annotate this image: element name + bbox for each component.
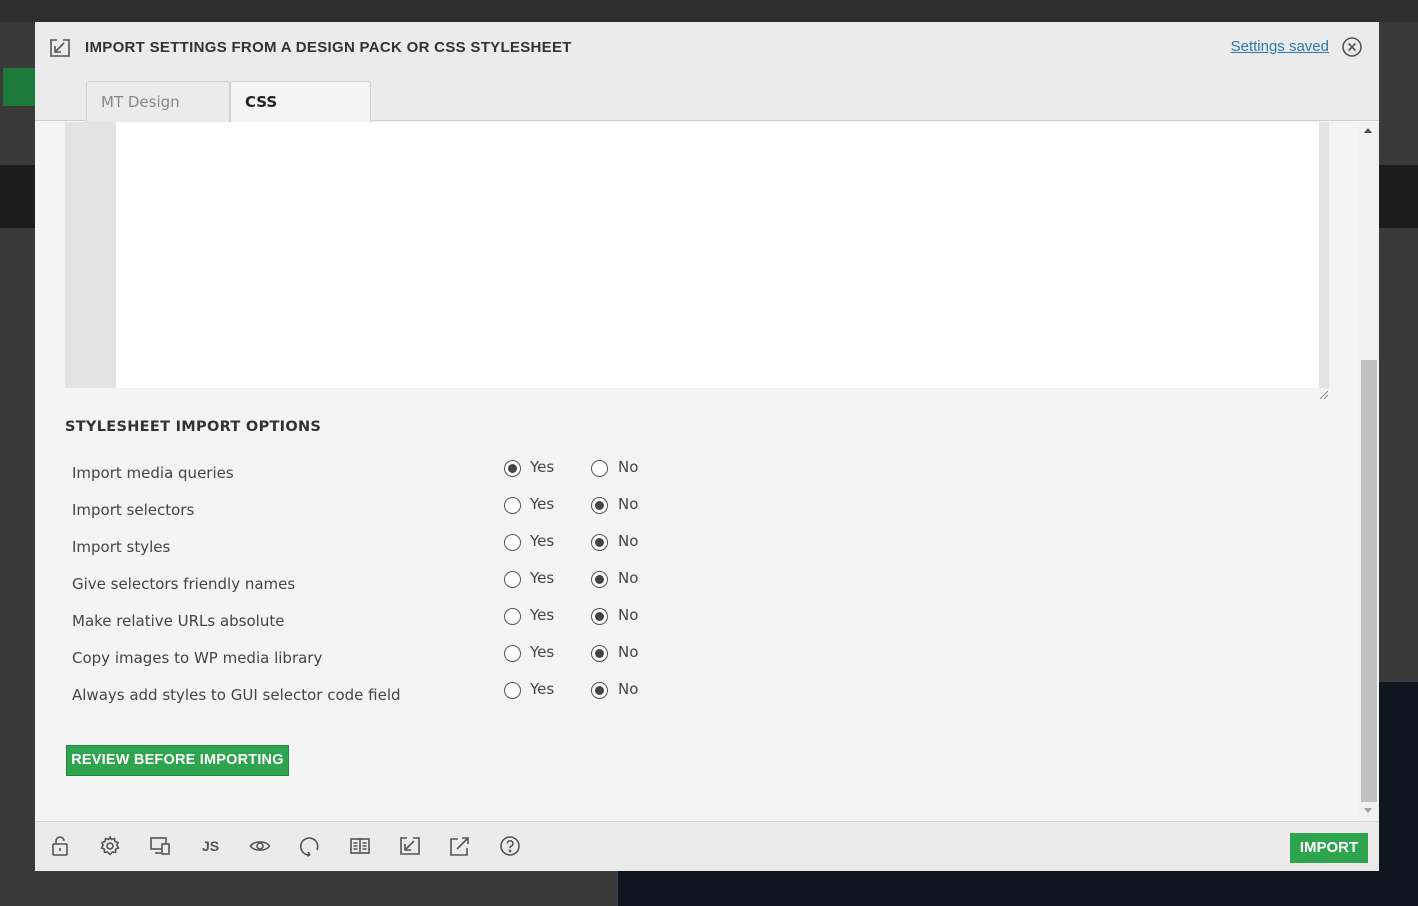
option-label: Give selectors friendly names: [72, 575, 296, 593]
import-button[interactable]: IMPORT: [1290, 833, 1368, 863]
radio-yes[interactable]: [504, 571, 521, 588]
import-options-heading: STYLESHEET IMPORT OPTIONS: [65, 419, 322, 435]
radio-yes-label: Yes: [530, 495, 555, 513]
radio-no[interactable]: [591, 497, 608, 514]
option-row: Make relative URLs absolute Yes No: [72, 606, 652, 638]
background-dark-band: [0, 165, 35, 228]
modal-header: IMPORT SETTINGS FROM A DESIGN PACK OR CS…: [35, 22, 1379, 152]
radio-no[interactable]: [591, 460, 608, 477]
radio-yes-label: Yes: [530, 680, 555, 698]
radio-yes[interactable]: [504, 682, 521, 699]
radio-no[interactable]: [591, 571, 608, 588]
responsive-icon[interactable]: [149, 835, 171, 857]
background-app-topbar: [0, 0, 1418, 22]
eye-icon[interactable]: [249, 835, 271, 857]
help-icon[interactable]: [499, 835, 521, 857]
radio-yes[interactable]: [504, 497, 521, 514]
option-label: Always add styles to GUI selector code f…: [72, 686, 401, 704]
radio-yes[interactable]: [504, 645, 521, 662]
option-row: Import media queries Yes No: [72, 458, 652, 490]
radio-yes-label: Yes: [530, 606, 555, 624]
lock-icon[interactable]: [49, 835, 71, 857]
settings-saved-link[interactable]: Settings saved: [1231, 38, 1329, 55]
resize-handle-icon[interactable]: [1317, 385, 1329, 400]
stylesheet-editor-gutter: [65, 122, 1329, 388]
modal-title: IMPORT SETTINGS FROM A DESIGN PACK OR CS…: [85, 39, 572, 56]
background-left-panel: [0, 22, 35, 906]
review-before-importing-button[interactable]: REVIEW BEFORE IMPORTING: [66, 745, 289, 776]
radio-no-label: No: [618, 606, 639, 624]
js-icon-text: JS: [202, 838, 219, 854]
radio-yes[interactable]: [504, 608, 521, 625]
option-row: Give selectors friendly names Yes No: [72, 569, 652, 601]
radio-yes-label: Yes: [530, 458, 555, 476]
import-icon[interactable]: [399, 835, 421, 857]
radio-no-label: No: [618, 532, 639, 550]
import-icon: [49, 38, 71, 58]
radio-no-label: No: [618, 495, 639, 513]
gear-icon[interactable]: [99, 835, 121, 857]
background-bottom-left: [0, 871, 618, 906]
radio-yes[interactable]: [504, 534, 521, 551]
export-icon[interactable]: [449, 835, 471, 857]
scrollbar-thumb[interactable]: [1361, 360, 1377, 802]
option-label: Make relative URLs absolute: [72, 612, 285, 630]
option-label: Import styles: [72, 538, 171, 556]
radio-yes-label: Yes: [530, 643, 555, 661]
radio-yes[interactable]: [504, 460, 521, 477]
radio-no[interactable]: [591, 608, 608, 625]
stylesheet-input[interactable]: [116, 122, 1319, 388]
background-bottom-dark: [618, 871, 1418, 906]
tab-mt-design-pack[interactable]: MT Design Pack: [86, 81, 230, 152]
option-row: Import styles Yes No: [72, 532, 652, 564]
close-icon[interactable]: [1341, 36, 1363, 58]
radio-no-label: No: [618, 680, 639, 698]
radio-no-label: No: [618, 458, 639, 476]
option-row: Always add styles to GUI selector code f…: [72, 680, 652, 712]
columns-icon[interactable]: [349, 835, 371, 857]
option-label: Import selectors: [72, 501, 195, 519]
radio-no-label: No: [618, 643, 639, 661]
option-label: Copy images to WP media library: [72, 649, 323, 667]
option-label: Import media queries: [72, 464, 234, 482]
import-settings-modal: IMPORT SETTINGS FROM A DESIGN PACK OR CS…: [35, 22, 1379, 871]
scroll-down-arrow-icon[interactable]: [1364, 808, 1372, 813]
radio-no[interactable]: [591, 534, 608, 551]
tab-css-stylesheet[interactable]: CSS Stylesheet: [230, 81, 371, 152]
modal-scrollbar[interactable]: [1359, 122, 1379, 821]
radio-no-label: No: [618, 569, 639, 587]
radio-yes-label: Yes: [530, 532, 555, 550]
modal-footer-toolbar: JS IMPORT: [35, 821, 1379, 871]
background-green-block: [3, 68, 35, 106]
radio-no[interactable]: [591, 682, 608, 699]
background-dark-band-right: [1379, 165, 1418, 228]
scroll-up-arrow-icon[interactable]: [1364, 128, 1372, 133]
radio-yes-label: Yes: [530, 569, 555, 587]
option-row: Copy images to WP media library Yes No: [72, 643, 652, 675]
js-icon[interactable]: JS: [199, 835, 221, 857]
option-row: Import selectors Yes No: [72, 495, 652, 527]
radio-no[interactable]: [591, 645, 608, 662]
refresh-icon[interactable]: [299, 835, 321, 857]
